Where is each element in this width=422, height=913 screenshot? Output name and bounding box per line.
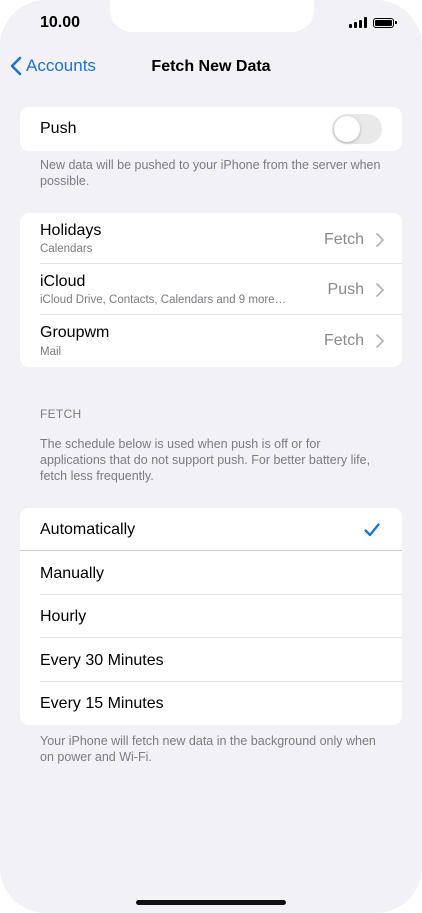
home-indicator xyxy=(136,900,286,905)
account-subtitle: iCloud Drive, Contacts, Calendars and 9 … xyxy=(40,294,287,306)
account-subtitle: Calendars xyxy=(40,243,93,255)
page-title: Fetch New Data xyxy=(151,58,271,75)
account-row-groupwm[interactable]: Groupwm Mail Fetch xyxy=(20,315,402,367)
option-every-30-minutes[interactable]: Every 30 Minutes xyxy=(20,638,402,682)
fetch-options-card: Automatically Manually Hourly Every 30 M… xyxy=(20,508,402,725)
push-card: Push xyxy=(20,107,402,151)
account-value: Fetch xyxy=(323,231,364,248)
fetch-section-header: FETCH xyxy=(40,407,82,421)
push-toggle[interactable] xyxy=(332,114,382,144)
option-label: Every 15 Minutes xyxy=(40,695,164,712)
checkmark-icon xyxy=(364,523,380,537)
fetch-footer: Your iPhone will fetch new data in the b… xyxy=(40,734,376,764)
toggle-knob xyxy=(334,116,360,142)
account-title: Holidays xyxy=(40,222,102,239)
status-icons xyxy=(349,17,397,28)
account-value: Push xyxy=(327,281,364,298)
chevron-right-icon xyxy=(376,283,384,297)
option-every-15-minutes[interactable]: Every 15 Minutes xyxy=(20,682,402,725)
battery-icon xyxy=(373,17,397,28)
account-subtitle: Mail xyxy=(40,346,62,358)
notch xyxy=(110,0,314,32)
push-row: Push xyxy=(20,107,402,151)
option-label: Hourly xyxy=(40,608,87,625)
push-footer: New data will be pushed to your iPhone f… xyxy=(40,158,381,188)
signal-icon xyxy=(349,17,367,28)
account-value: Fetch xyxy=(323,332,364,349)
chevron-right-icon xyxy=(376,334,384,348)
option-label: Automatically xyxy=(40,521,136,538)
push-label: Push xyxy=(40,120,77,137)
account-row-icloud[interactable]: iCloud iCloud Drive, Contacts, Calendars… xyxy=(20,264,402,315)
option-hourly[interactable]: Hourly xyxy=(20,595,402,638)
chevron-right-icon xyxy=(376,233,384,247)
accounts-card: Holidays Calendars Fetch iCloud iCloud D… xyxy=(20,213,402,367)
fetch-description: The schedule below is used when push is … xyxy=(40,437,371,483)
status-time: 10.00 xyxy=(40,14,81,31)
option-automatically[interactable]: Automatically xyxy=(20,508,402,551)
account-title: Groupwm xyxy=(40,324,110,341)
phone-screen: 10.00 Accounts Fetch New Data Push New d… xyxy=(0,0,422,913)
option-label: Manually xyxy=(40,565,105,582)
navigation-bar: Accounts Fetch New Data xyxy=(0,52,422,84)
option-label: Every 30 Minutes xyxy=(40,652,164,669)
option-manually[interactable]: Manually xyxy=(20,551,402,595)
account-row-holidays[interactable]: Holidays Calendars Fetch xyxy=(20,213,402,264)
account-title: iCloud xyxy=(40,273,86,290)
